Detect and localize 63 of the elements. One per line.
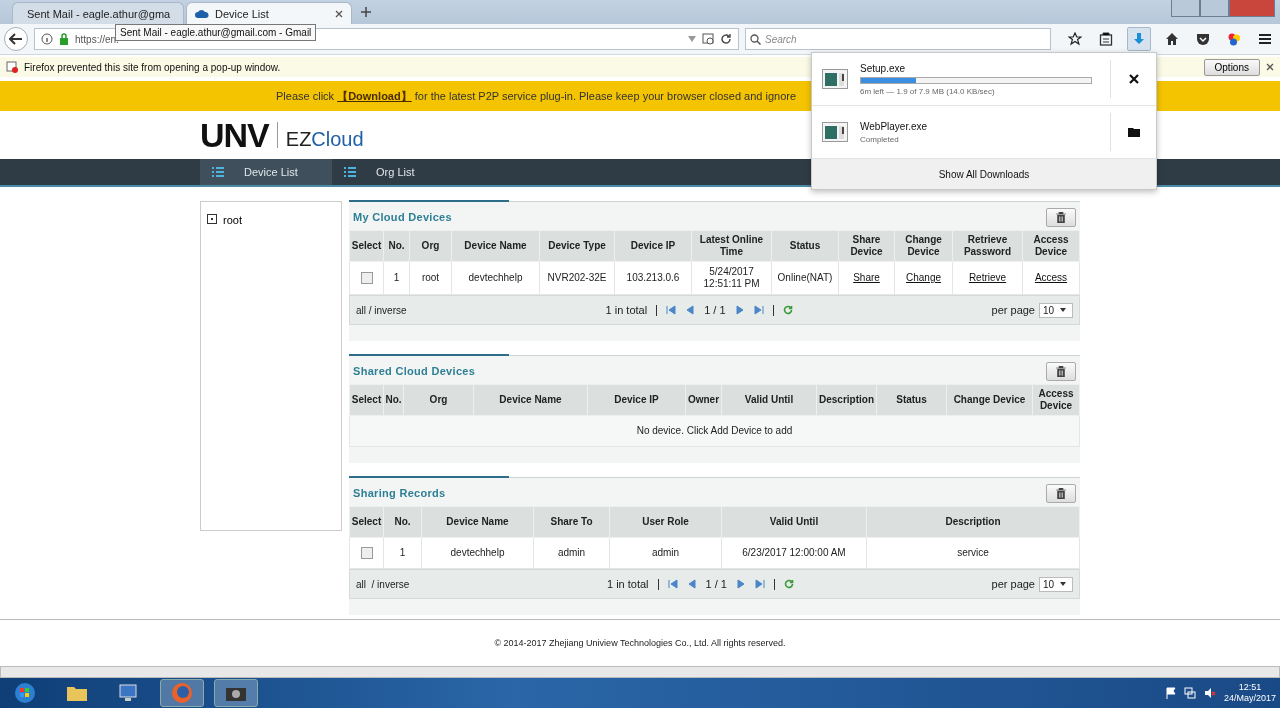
table-cell: 103.213.0.6 — [614, 261, 692, 295]
tooltip: Sent Mail - eagle.athur@gmail.com - Gmail — [115, 24, 317, 41]
table-cell: 5/24/2017 12:51:11 PM — [691, 261, 772, 295]
column-header: Retrieve Password — [952, 230, 1023, 262]
column-header: Select — [349, 506, 384, 538]
column-header: No. — [383, 230, 410, 262]
column-header: Access Device — [1022, 230, 1080, 262]
column-header: Status — [771, 230, 839, 262]
table-cell: service — [866, 537, 1080, 569]
column-header: Share To — [533, 506, 610, 538]
column-header: Device Name — [421, 506, 534, 538]
column-header: Status — [876, 384, 947, 416]
column-header: Description — [816, 384, 877, 416]
banner-text: Please click 【Download】 for the latest P2P service plug-in. Please keep your browser closed and ignore — [276, 88, 797, 104]
column-header: No. — [383, 506, 422, 538]
column-header: Device IP — [587, 384, 686, 416]
download-status: Completed — [860, 134, 900, 144]
panel-title: Sharing Records — [353, 487, 446, 499]
empty-message: No device. Click Add Device to add — [349, 415, 1080, 447]
total-count: 1 in total — [605, 304, 648, 316]
brand-logo: UNV — [200, 118, 269, 152]
table-cell: Online(NAT) — [771, 261, 839, 295]
column-header: User Role — [609, 506, 722, 538]
copyright-text: © 2014-2017 Zhejiang Uniview Technologies Co., Ltd. All rights reserved. — [494, 638, 786, 648]
column-header: Latest Online Time — [691, 230, 772, 262]
total-count: 1 in total — [606, 578, 649, 590]
column-header: Select — [349, 230, 384, 262]
column-header: Device IP — [614, 230, 692, 262]
column-header: Owner — [685, 384, 722, 416]
column-header: Select — [349, 384, 384, 416]
column-header: Device Name — [451, 230, 540, 262]
per-page-label: per page — [991, 578, 1035, 590]
download-status: 6m left — 1.9 of 7.9 MB (14.0 KB/sec) — [860, 86, 996, 96]
table-cell: devtechhelp — [451, 261, 540, 295]
per-page-label: per page — [991, 304, 1035, 316]
table-cell: 1 — [383, 537, 422, 569]
page-indicator: 1 / 1 — [704, 304, 726, 316]
panel-title: My Cloud Devices — [353, 211, 452, 223]
column-header: Org — [403, 384, 474, 416]
column-header: No. — [383, 384, 404, 416]
panel-title: Shared Cloud Devices — [353, 365, 476, 377]
table-cell: 1 — [383, 261, 410, 295]
page-indicator: 1 / 1 — [705, 578, 727, 590]
column-header: Description — [866, 506, 1080, 538]
notice-text: Firefox prevented this site from opening a pop-up window. — [24, 61, 281, 73]
table-cell: admin — [609, 537, 722, 569]
table-cell: devtechhelp — [421, 537, 534, 569]
column-header: Valid Until — [721, 384, 817, 416]
column-header: Valid Until — [721, 506, 867, 538]
product-logo: EZCloud — [285, 127, 364, 151]
column-header: Access Device — [1032, 384, 1080, 416]
table-cell: 6/23/2017 12:00:00 AM — [721, 537, 867, 569]
table-cell: root — [409, 261, 452, 295]
column-header: Change Device — [894, 230, 953, 262]
column-header: Device Name — [473, 384, 588, 416]
column-header: Org — [409, 230, 452, 262]
tab-title: Sent Mail - eagle.athur@gma — [27, 7, 171, 20]
column-header: Share Device — [838, 230, 895, 262]
column-header: Device Type — [539, 230, 615, 262]
table-cell: NVR202-32E — [539, 261, 615, 295]
column-header: Change Device — [946, 384, 1033, 416]
tab-title: Device List — [215, 7, 270, 20]
table-cell: admin — [533, 537, 610, 569]
